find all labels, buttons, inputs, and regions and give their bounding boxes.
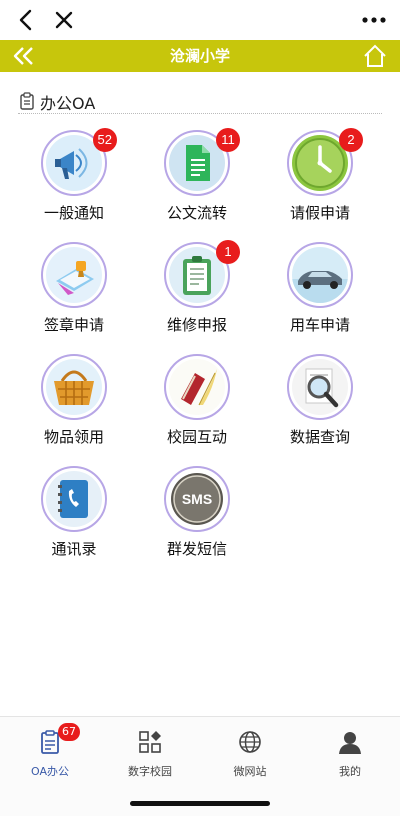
clipboard-icon: [20, 92, 34, 110]
app-icon-frame: [287, 242, 353, 308]
app-icon-frame: SMS: [164, 466, 230, 532]
app-item-seal-request[interactable]: 签章申请: [14, 242, 134, 342]
tab-label: OA办公: [31, 765, 69, 778]
more-options-icon[interactable]: [360, 6, 388, 34]
app-icon-frame: [41, 354, 107, 420]
notification-badge: 1: [216, 240, 240, 264]
app-item-notice[interactable]: 52 一般通知: [14, 128, 134, 230]
app-item-document-flow[interactable]: 11 公文流转: [137, 128, 257, 230]
tab-oa-office[interactable]: 67 OA办公: [0, 723, 100, 785]
app-label: 签章申请: [43, 316, 104, 334]
app-label: 校园互动: [166, 428, 227, 446]
notification-badge: 67: [58, 723, 80, 741]
section-header: 办公OA: [18, 88, 382, 114]
app-icon-frame: 52: [41, 128, 117, 196]
tab-label: 数字校园: [128, 765, 172, 778]
app-item-data-query[interactable]: 数据查询: [260, 354, 380, 454]
home-indicator: [130, 801, 270, 806]
basket-icon: [46, 359, 102, 415]
app-item-repair-report[interactable]: 1 维修申报: [137, 240, 257, 342]
app-item-leave-request[interactable]: 2 请假申请: [260, 128, 380, 230]
app-item-contacts[interactable]: 通讯录: [14, 466, 134, 566]
page-title: 沧澜小学: [169, 47, 230, 65]
back-arrow-icon[interactable]: [12, 6, 40, 34]
sms-icon: SMS: [169, 471, 225, 527]
app-icon-frame: [41, 242, 107, 308]
section-title: 办公OA: [40, 94, 96, 113]
tab-label: 微网站: [233, 765, 267, 778]
tab-mine[interactable]: 我的: [300, 725, 400, 785]
grid-apps-icon: [137, 729, 163, 755]
close-icon[interactable]: [50, 6, 78, 34]
app-label: 用车申请: [289, 316, 350, 334]
app-label: 公文流转: [166, 204, 227, 222]
app-label: 数据查询: [289, 428, 350, 446]
notification-badge: 2: [339, 128, 363, 152]
top-nav-bar: [0, 0, 400, 40]
app-icon-frame: 2: [287, 128, 363, 196]
tab-digital-campus[interactable]: 数字校园: [100, 725, 200, 785]
app-label: 物品领用: [43, 428, 104, 446]
app-label: 一般通知: [43, 204, 104, 222]
app-item-group-sms[interactable]: SMS 群发短信: [137, 466, 257, 566]
app-icon-frame: [41, 466, 107, 532]
car-icon: [292, 247, 348, 303]
book-quill-icon: [169, 359, 225, 415]
notification-badge: 52: [92, 128, 117, 152]
tab-label: 我的: [339, 765, 361, 778]
app-icon-frame: [287, 354, 353, 420]
app-icon-frame: 1: [164, 240, 240, 308]
title-bar: 沧澜小学: [0, 40, 400, 72]
app-label: 维修申报: [166, 316, 227, 334]
user-icon: [337, 729, 363, 755]
tab-mini-site[interactable]: 微网站: [200, 725, 300, 785]
globe-icon: [237, 729, 263, 755]
app-item-campus-interaction[interactable]: 校园互动: [137, 354, 257, 454]
app-item-supplies[interactable]: 物品领用: [14, 354, 134, 454]
home-icon[interactable]: [362, 43, 388, 69]
app-icon-frame: [164, 354, 230, 420]
stamp-icon: [46, 247, 102, 303]
app-label: 请假申请: [289, 204, 350, 222]
magnifier-icon: [292, 359, 348, 415]
app-icon-frame: 11: [164, 128, 240, 196]
svg-text:SMS: SMS: [182, 491, 212, 507]
app-label: 通讯录: [51, 540, 97, 558]
notification-badge: 11: [216, 128, 240, 152]
app-label: 群发短信: [166, 540, 227, 558]
app-item-car-request[interactable]: 用车申请: [260, 242, 380, 342]
phonebook-icon: [46, 471, 102, 527]
